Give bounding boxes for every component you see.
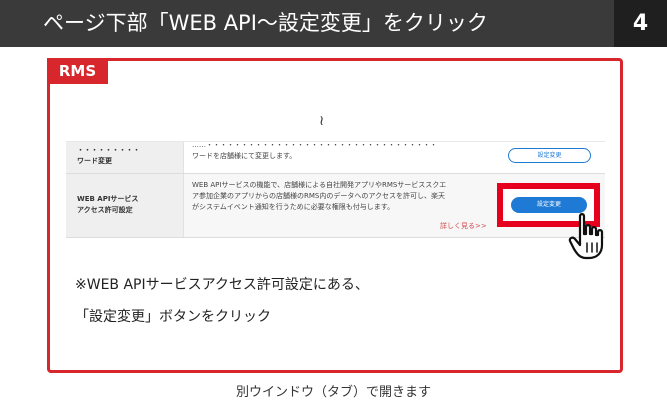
row-label-line: アクセス許可設定 <box>77 206 133 214</box>
row-description: ……・・・・・・・・・・・・・・・・・・・・・・・・・・・・・・・・・ ワードを… <box>192 142 497 162</box>
web-api-settings-change-button[interactable]: 設定変更 <box>511 197 587 213</box>
row-label-line: ・・・・・・・・・ <box>77 146 140 154</box>
settings-change-button[interactable]: 設定変更 <box>508 148 591 163</box>
page-title: ページ下部「WEB API〜設定変更」をクリック <box>0 0 614 47</box>
row-description-line: がシステムイベント通知を行うために必要な権限も付与します。 <box>192 203 395 211</box>
row-label: WEB APIサービス アクセス許可設定 <box>66 174 184 237</box>
rms-label: RMS <box>47 58 108 84</box>
table-row: ・・・・・・・・・ ワード変更 ……・・・・・・・・・・・・・・・・・・・・・・… <box>66 142 605 174</box>
omission-mark: ≀ <box>319 113 325 129</box>
row-description-line: ……・・・・・・・・・・・・・・・・・・・・・・・・・・・・・・・・・ <box>192 142 437 149</box>
instruction-note-1: ※WEB APIサービスアクセス許可設定にある、 <box>75 277 369 293</box>
instruction-note-2: 「設定変更」ボタンをクリック <box>75 309 271 325</box>
row-label: ・・・・・・・・・ ワード変更 <box>66 142 184 173</box>
row-description-line: WEB APIサービスの機能で、店舗様による自社開発アプリやRMSサービススクエ <box>192 181 447 189</box>
row-label-line: ワード変更 <box>77 157 112 165</box>
row-label-line: WEB APIサービス <box>77 195 139 203</box>
row-description-line: ワードを店舗様にて変更します。 <box>192 152 297 160</box>
row-description-line: ア参加企業のアプリからの店舗様のRMS内のデータへのアクセスを許可し、楽天 <box>192 192 445 200</box>
hand-pointer-icon <box>568 213 604 260</box>
row-description: WEB APIサービスの機能で、店舗様による自社開発アプリやRMSサービススクエ… <box>192 180 497 213</box>
footer-note: 別ウインドウ（タブ）で開きます <box>235 385 431 400</box>
step-number-badge: 4 <box>614 0 667 47</box>
details-link[interactable]: 詳しく見る>> <box>440 221 487 231</box>
header-bar: ページ下部「WEB API〜設定変更」をクリック 4 <box>0 0 667 47</box>
